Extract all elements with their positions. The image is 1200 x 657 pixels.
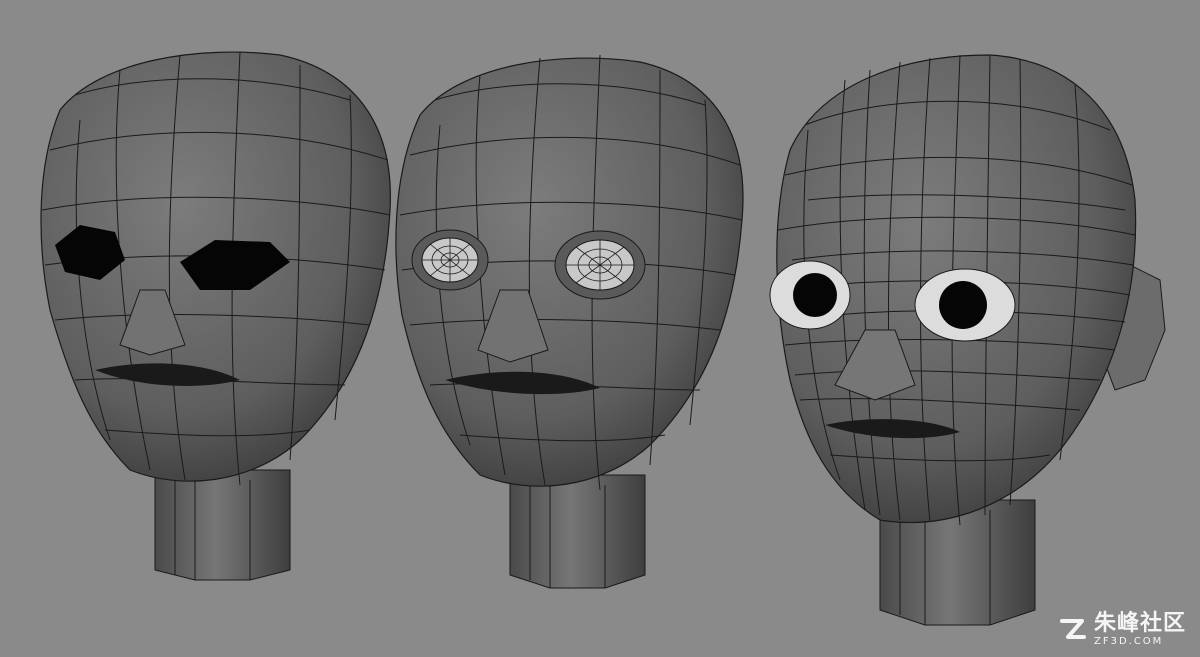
watermark-domain: ZF3D.COM	[1093, 636, 1164, 647]
head-3-left-eye	[769, 260, 851, 330]
heads-render	[40, 51, 1166, 626]
head-2-right-eye	[554, 230, 646, 300]
head-2	[395, 54, 744, 589]
watermark: 朱峰社区 ZF3D.COM	[1058, 613, 1186, 647]
head-3	[769, 54, 1166, 626]
head-1	[40, 51, 391, 581]
zf-logo-icon	[1059, 619, 1086, 639]
head-3-right-eye	[914, 268, 1016, 342]
3d-viewport: 朱峰社区 ZF3D.COM	[0, 0, 1200, 657]
watermark-name: 朱峰社区	[1093, 611, 1186, 636]
head-2-left-eye	[411, 229, 489, 291]
